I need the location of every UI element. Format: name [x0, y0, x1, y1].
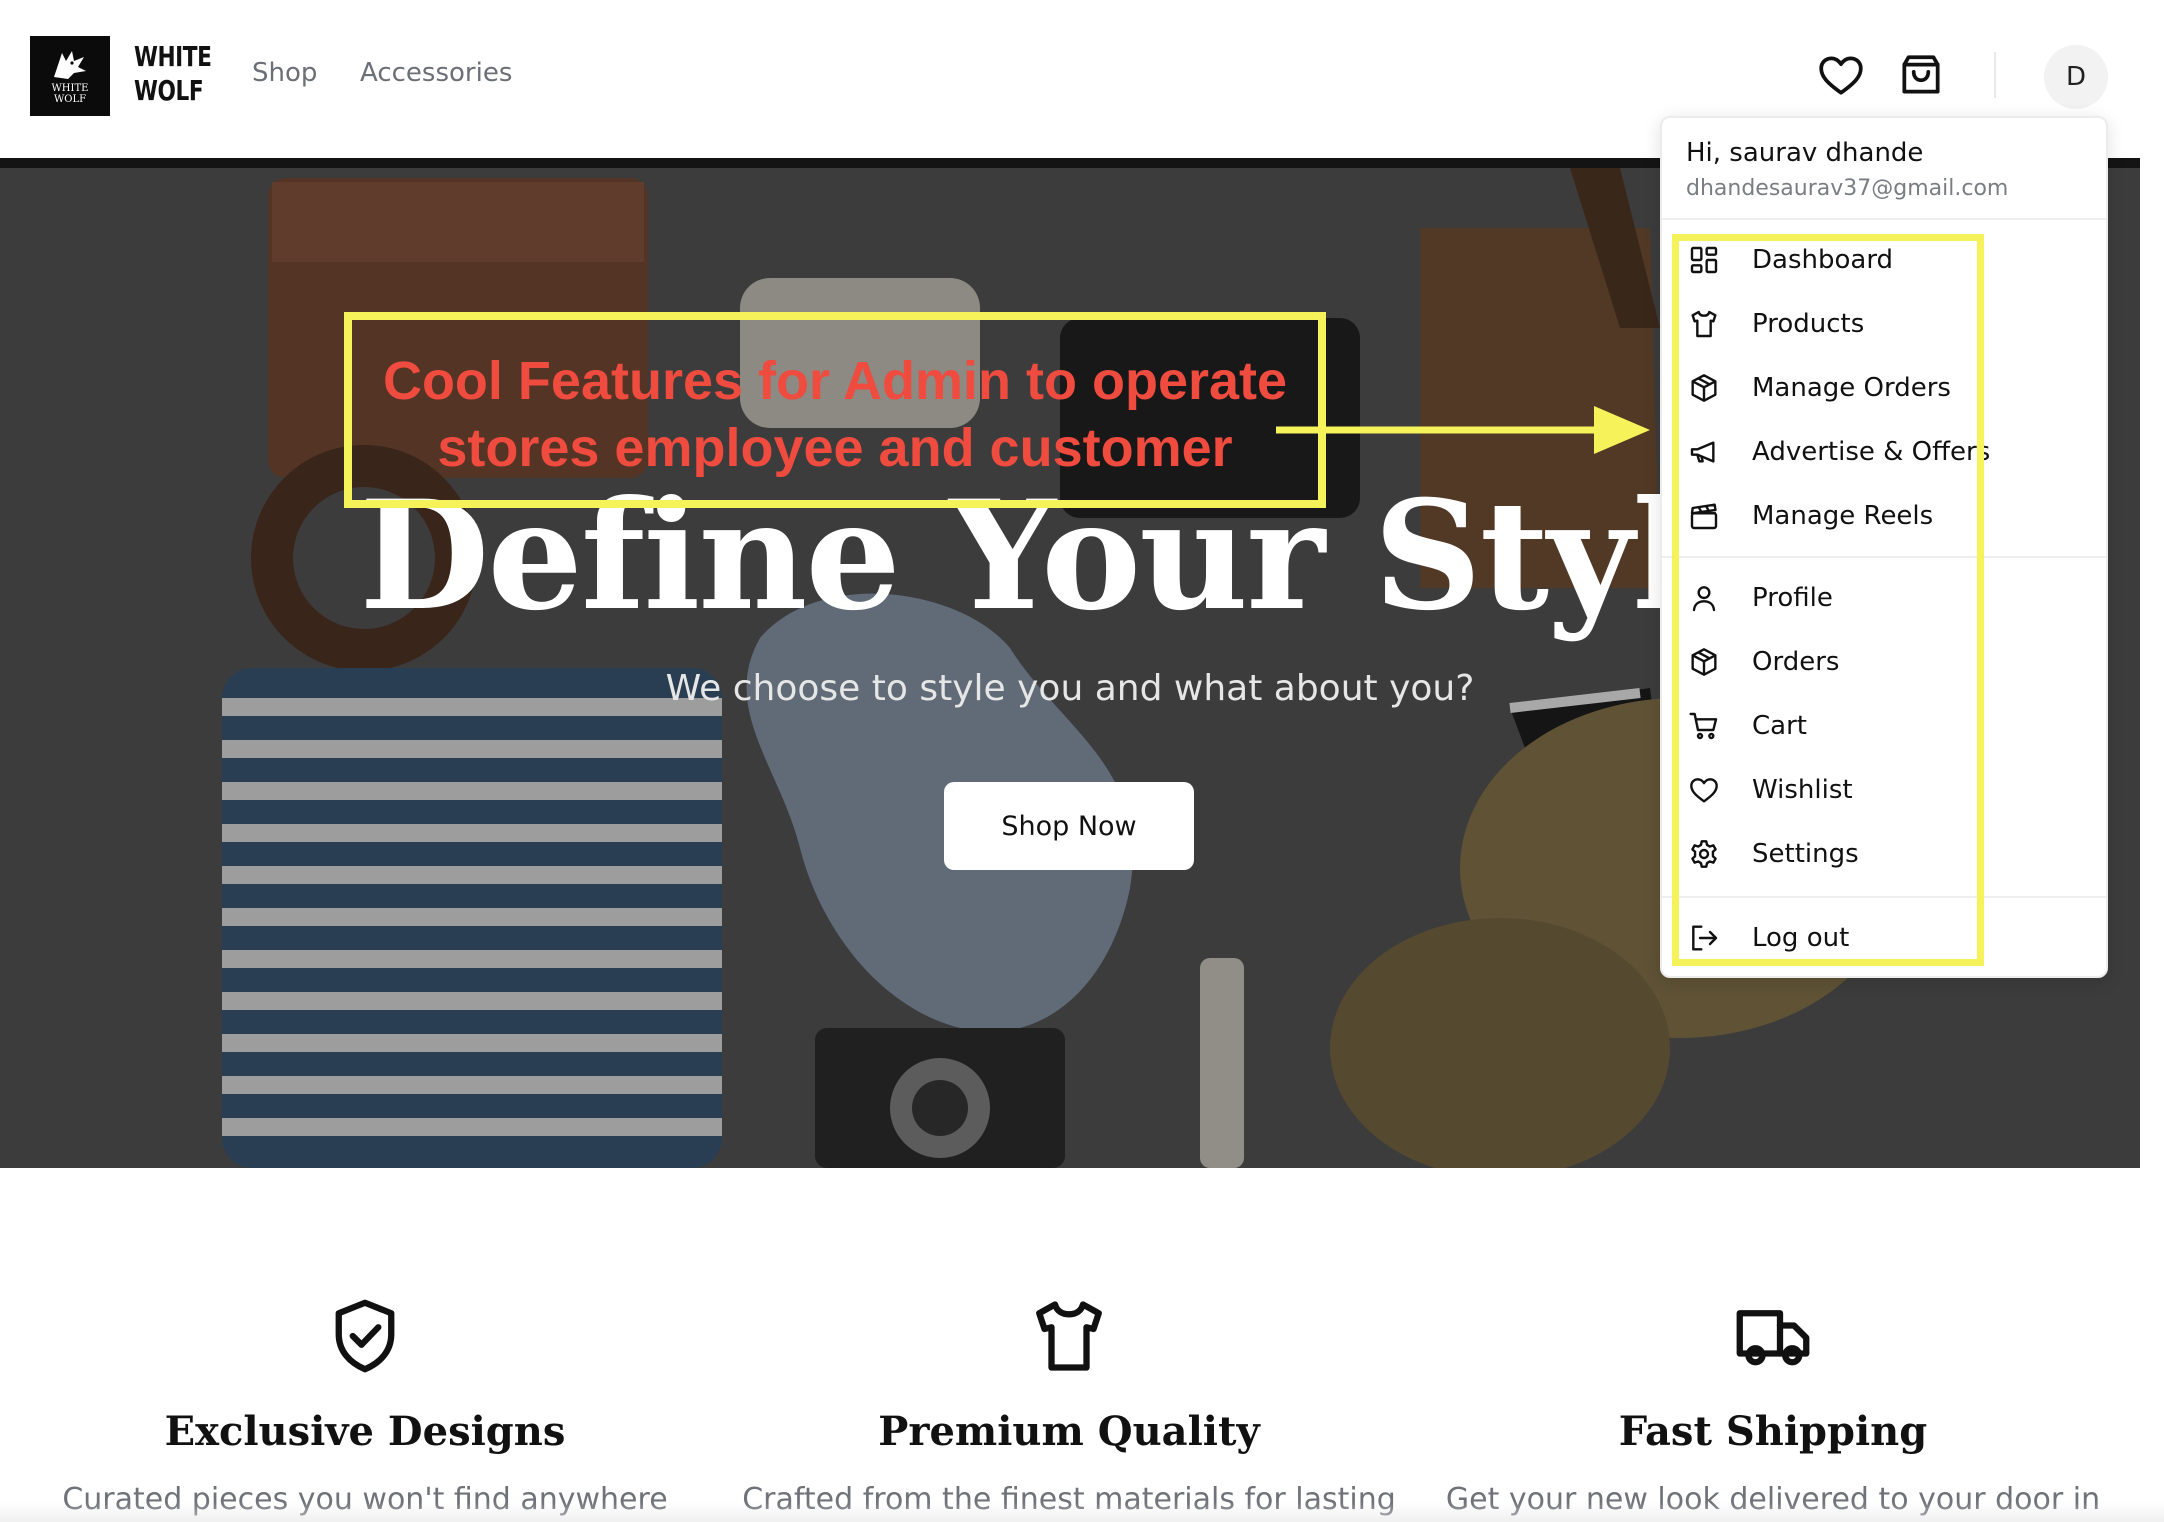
brand-line-1: WHITE — [134, 40, 212, 73]
truck-icon — [1731, 1294, 1815, 1378]
shopping-bag-icon — [1902, 55, 1940, 94]
nav-accessories[interactable]: Accessories — [360, 58, 512, 88]
brand-logo[interactable]: WHITE WOLF — [30, 36, 110, 116]
shield-check-icon — [323, 1294, 407, 1378]
cart-button[interactable] — [1894, 48, 1948, 102]
brand-name[interactable]: WHITE WOLF — [134, 40, 212, 108]
shop-now-button[interactable]: Shop Now — [944, 782, 1194, 870]
brand-line-2: WOLF — [134, 74, 204, 107]
wishlist-button[interactable] — [1814, 48, 1868, 102]
annotation-arrow — [1276, 406, 1650, 454]
feature-title: Exclusive Designs — [164, 1408, 566, 1455]
nav-shop[interactable]: Shop — [252, 58, 317, 88]
annotation-text: Cool Features for Admin to operate store… — [344, 348, 1326, 482]
wolf-icon — [54, 51, 86, 79]
menu-greeting: Hi, saurav dhande — [1686, 138, 1924, 168]
menu-separator — [1662, 218, 2106, 220]
shirt-icon — [1027, 1294, 1111, 1378]
feature-title: Fast Shipping — [1618, 1408, 1928, 1455]
header-divider — [1994, 52, 1996, 98]
bottom-fade — [0, 1502, 2164, 1522]
features-section: Exclusive Designs Curated pieces you won… — [0, 1168, 2164, 1522]
avatar-initial: D — [2065, 62, 2087, 92]
heart-icon — [1819, 56, 1863, 95]
annotation-line-1: Cool Features for Admin to operate — [382, 351, 1288, 411]
annotation-line-2: stores employee and customer — [437, 418, 1233, 478]
menu-highlight-box — [1672, 234, 1984, 966]
avatar[interactable]: D — [2044, 45, 2108, 109]
menu-email: dhandesaurav37@gmail.com — [1686, 176, 2009, 201]
logo-text: WHITE WOLF — [51, 83, 89, 105]
feature-title: Premium Quality — [878, 1408, 1260, 1455]
